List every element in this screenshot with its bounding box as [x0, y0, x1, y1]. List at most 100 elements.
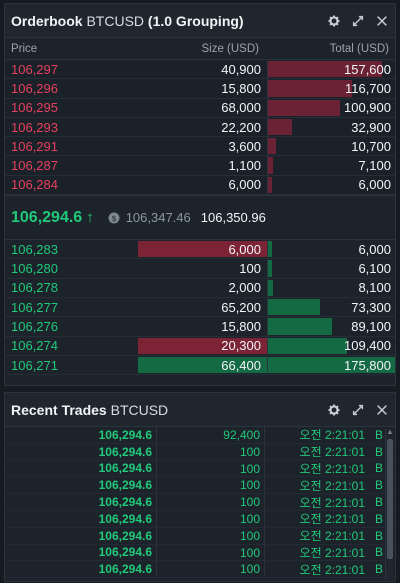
- trade-time: 오전 2:21:01: [299, 445, 365, 460]
- trade-row[interactable]: 106,294.6 100 오전 2:21:01 B: [5, 477, 395, 495]
- order-price: 106,293: [11, 119, 58, 135]
- ask-row[interactable]: 106,293 22,200 32,900: [5, 117, 395, 138]
- ask-row[interactable]: 106,291 3,600 10,700: [5, 137, 395, 157]
- order-size: 15,800: [221, 318, 261, 334]
- order-total: 175,800: [344, 357, 391, 373]
- orderbook-header: Orderbook BTCUSD (1.0 Grouping): [5, 4, 395, 38]
- bid-row[interactable]: 106,278 2,000 8,100: [5, 278, 395, 298]
- close-icon[interactable]: [375, 14, 389, 28]
- bid-row[interactable]: 106,276 15,800 89,100: [5, 317, 395, 337]
- trade-size: 100: [157, 443, 265, 460]
- order-total: 6,000: [358, 177, 391, 193]
- trade-price: 106,294.6: [98, 444, 152, 459]
- scroll-up-icon[interactable]: ▲: [386, 429, 394, 437]
- price-column-header: Price: [11, 42, 38, 55]
- trade-time: 오전 2:21:01: [299, 478, 365, 493]
- order-size-cell: 6,000: [101, 176, 267, 194]
- order-total: 109,400: [344, 338, 391, 354]
- total-depth-bar: [268, 80, 352, 97]
- bid-row[interactable]: 106,277 65,200 73,300: [5, 297, 395, 318]
- trade-size: 100: [157, 477, 265, 494]
- trade-price-cell: 106,294.6: [5, 427, 157, 443]
- order-total-cell: 116,700: [267, 79, 395, 98]
- ask-row[interactable]: 106,287 1,100 7,100: [5, 156, 395, 176]
- order-size-cell: 66,400: [101, 356, 267, 374]
- trade-size: 92,400: [157, 427, 265, 443]
- order-price: 106,278: [11, 280, 58, 296]
- order-price: 106,297: [11, 61, 58, 77]
- order-size: 40,900: [221, 61, 261, 77]
- trade-row[interactable]: 106,294.6 100 오전 2:21:01 B: [5, 561, 395, 579]
- trade-size: 100: [157, 561, 265, 578]
- ask-row[interactable]: 106,295 68,000 100,900: [5, 98, 395, 118]
- trade-price: 106,294.6: [98, 511, 152, 526]
- trade-row[interactable]: 106,294.6 92,400 오전 2:21:01 B: [5, 427, 395, 444]
- gear-icon[interactable]: [327, 14, 341, 28]
- order-size-cell: 20,300: [101, 337, 267, 355]
- orderbook-column-header: Price Size (USD) Total (USD): [5, 38, 395, 60]
- total-depth-bar: [268, 118, 293, 136]
- trade-time: 오전 2:21:01: [299, 462, 365, 476]
- trade-side: B: [374, 528, 383, 543]
- trade-size: 100: [157, 527, 265, 544]
- trade-row[interactable]: 106,294.6 100 오전 2:21:01 B: [5, 460, 395, 478]
- ask-row[interactable]: 106,284 6,000 6,000: [5, 175, 395, 196]
- order-size: 15,800: [221, 80, 261, 96]
- order-total: 6,000: [358, 241, 391, 257]
- trade-row[interactable]: 106,294.6 100 오전 2:21:01 B: [5, 544, 395, 562]
- total-depth-bar: [268, 260, 272, 277]
- order-price: 106,287: [11, 158, 58, 174]
- trade-time: 오전 2:21:01: [299, 529, 365, 544]
- trade-price: 106,294.6: [98, 562, 152, 577]
- bid-row[interactable]: 106,274 20,300 109,400: [5, 336, 395, 356]
- order-price: 106,277: [11, 299, 58, 315]
- orderbook-panel: Orderbook BTCUSD (1.0 Grouping) Price Si…: [4, 3, 396, 386]
- trade-price-cell: 106,294.6: [5, 460, 157, 477]
- trades-scrollbar[interactable]: ▲: [385, 429, 393, 580]
- trade-price-cell: 106,294.6: [5, 443, 157, 460]
- svg-text:$: $: [111, 214, 116, 223]
- trade-row[interactable]: 106,294.6 100 오전 2:21:01 B: [5, 443, 395, 461]
- trade-size: 100: [157, 544, 265, 561]
- scrollbar-thumb[interactable]: [387, 439, 393, 559]
- bid-row[interactable]: 106,283 6,000 6,000: [5, 240, 395, 260]
- last-price: 106,294.6: [11, 208, 83, 226]
- trade-row[interactable]: 106,294.6 100 오전 2:21:01 B: [5, 527, 395, 545]
- order-total: 73,300: [351, 299, 391, 315]
- recent-trades-title-label: Recent Trades: [11, 401, 107, 418]
- orderbook-grouping[interactable]: (1.0 Grouping): [148, 13, 244, 29]
- order-total: 157,600: [344, 61, 391, 77]
- ask-row[interactable]: 106,296 15,800 116,700: [5, 79, 395, 99]
- trade-price-cell: 106,294.6: [5, 527, 157, 544]
- total-depth-bar: [268, 337, 347, 354]
- orderbook-symbol: BTCUSD: [86, 12, 145, 29]
- order-total: 100,900: [344, 100, 391, 116]
- ask-row[interactable]: 106,297 40,900 157,600: [5, 60, 395, 80]
- trade-size: 100: [157, 494, 265, 510]
- total-depth-bar: [268, 298, 321, 316]
- orderbook-spread-row: 106,294.6 ↑ $ 106,347.46 106,350.96: [5, 195, 395, 241]
- expand-icon[interactable]: [351, 403, 365, 417]
- trade-size: 100: [157, 460, 265, 477]
- gear-icon[interactable]: [327, 403, 341, 417]
- trade-row[interactable]: 106,294.6 100 오전 2:21:01 B: [5, 510, 395, 528]
- mark-price-icon: $: [108, 212, 120, 224]
- order-total: 7,100: [358, 158, 391, 174]
- bid-row[interactable]: 106,271 66,400 175,800: [5, 355, 395, 376]
- trade-row[interactable]: 106,294.6 100 오전 2:21:01 B: [5, 494, 395, 511]
- total-depth-bar: [268, 279, 274, 296]
- total-depth-bar: [268, 138, 276, 155]
- order-total-cell: 89,100: [267, 317, 395, 336]
- mark-price: 106,347.46: [125, 210, 191, 226]
- index-price: 106,350.96: [200, 210, 266, 226]
- recent-trades-list[interactable]: 106,294.6 92,400 오전 2:21:01 B 106,294.6 100 오전…: [5, 427, 395, 582]
- trade-time: 오전 2:21:01: [299, 428, 365, 443]
- expand-icon[interactable]: [351, 14, 365, 28]
- ask-rows: 106,297 40,900 157,600 106,296 15,800 116,700…: [5, 60, 395, 196]
- trade-side: B: [374, 444, 383, 459]
- order-total-cell: 8,100: [267, 278, 395, 297]
- total-depth-bar: [268, 157, 274, 174]
- total-depth-bar: [268, 99, 341, 116]
- bid-row[interactable]: 106,280 100 6,100: [5, 259, 395, 279]
- close-icon[interactable]: [375, 403, 389, 417]
